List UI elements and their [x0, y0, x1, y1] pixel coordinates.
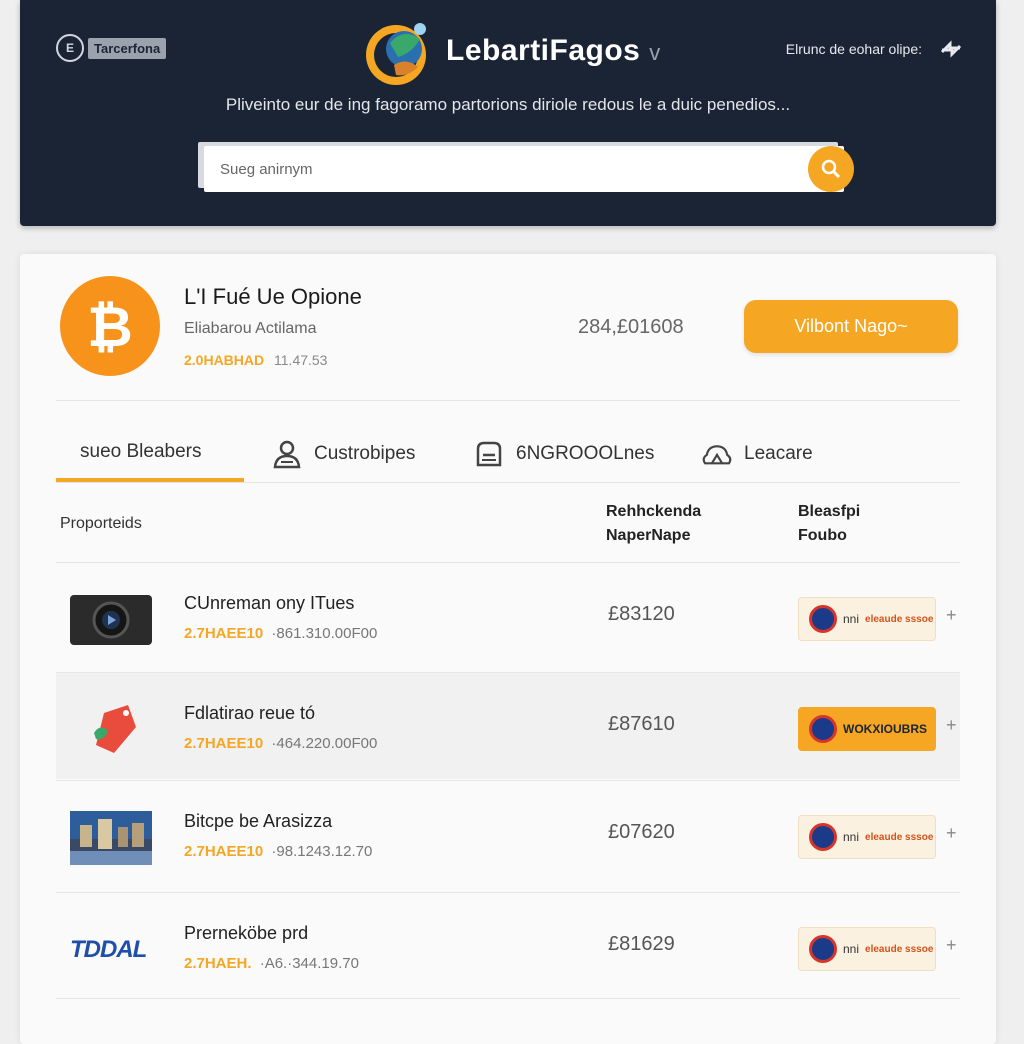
tab-1[interactable]: Custrobipes: [270, 426, 415, 482]
expand-icon[interactable]: +: [946, 605, 957, 626]
row-name: Bitcpe be Arasizza: [184, 811, 333, 831]
tagline: Pliveinto eur de ing fagoramo partorions…: [225, 95, 791, 114]
row-meta: 2.7HAEE10 ·98.1243.12.70: [184, 843, 372, 860]
header-right-link[interactable]: Elrunc de eohar olipe:: [786, 41, 922, 57]
row-action-label: nni: [843, 942, 860, 956]
summary-subtitle: Eliabarou Actilama: [184, 320, 317, 337]
divider: [56, 482, 960, 483]
site-logo[interactable]: LebartiFagos v: [360, 16, 661, 86]
logo-name: LebartiFagos: [446, 34, 641, 67]
row-meta: 2.7HAEE10 ·861.310.00F00: [184, 625, 377, 642]
expand-icon[interactable]: +: [946, 823, 957, 844]
table-row[interactable]: Bitcpe be Arasizza 2.7HAEE10 ·98.1243.12…: [56, 780, 960, 887]
header-col-action: Bleasfpi Foubo: [798, 500, 860, 548]
row-meta: 2.7HAEH. ·A6.·344.19.70: [184, 955, 359, 972]
tab-2[interactable]: 6NGROOOLnes: [472, 426, 654, 482]
row-meta-orange: 2.7HAEE10: [184, 625, 264, 642]
coin-icon: E: [56, 34, 84, 62]
summary-panel: ₿ L'I Fué Ue Opione Eliabarou Actilama 2…: [20, 254, 996, 400]
logo-text: LebartiFagos v: [446, 34, 661, 68]
table-row[interactable]: TDDAL Prerneköbe prd 2.7HAEH. ·A6.·344.1…: [56, 892, 960, 999]
row-meta-grey: ·861.310.00F00: [271, 625, 378, 642]
tab-label: Leacare: [744, 443, 813, 464]
row-meta: 2.7HAEE10 ·464.220.00F00: [184, 735, 377, 752]
row-meta-grey: ·A6.·344.19.70: [259, 955, 359, 972]
logo-suffix: v: [649, 40, 661, 65]
summary-action-button[interactable]: Vilbont Nago~: [744, 300, 958, 353]
row-meta-orange: 2.7HAEH.: [184, 955, 252, 972]
tab-label: 6NGROOOLnes: [516, 443, 655, 464]
row-action-button[interactable]: nni eleaude sssoe: [798, 597, 936, 641]
city-image-icon: [70, 811, 152, 865]
expand-icon[interactable]: +: [946, 715, 957, 736]
row-action-label: nni: [843, 612, 860, 626]
tab-3[interactable]: Leacare: [700, 426, 813, 482]
header-right: Elrunc de eohar olipe:: [786, 40, 962, 58]
main-card: ₿ L'I Fué Ue Opione Eliabarou Actilama 2…: [20, 254, 996, 1044]
tab-bar: sueo Bleabers Custrobipes 6NGROOOLnes Le…: [56, 426, 960, 484]
row-action-sub: eleaude sssoe: [865, 943, 934, 955]
summary-meta-grey: 11.47.53: [274, 352, 328, 368]
search-button[interactable]: [808, 146, 854, 192]
row-meta-orange: 2.7HAEE10: [184, 843, 264, 860]
summary-meta: 2.0HABHAD 11.47.53: [184, 352, 327, 368]
row-price: £81629: [608, 933, 675, 955]
row-name: CUnreman ony ITues: [184, 593, 355, 613]
header-col-action-line2: Foubo: [798, 527, 847, 544]
row-action-button[interactable]: nni eleaude sssoe: [798, 927, 936, 971]
table-header: Proporteids Rehhckenda NaperNape Bleasfp…: [56, 498, 960, 562]
search-input[interactable]: [204, 146, 844, 192]
swap-arrows-icon[interactable]: [940, 40, 962, 58]
divider: [56, 998, 960, 999]
row-meta-orange: 2.7HAEE10: [184, 735, 264, 752]
row-action-label: WOKXIOUBRS: [843, 722, 927, 736]
top-header: E Tarcerfona LebartiFagos v Elrunc de eo…: [20, 0, 996, 226]
header-col-products: Proporteids: [60, 515, 142, 532]
summary-title: L'I Fué Ue Opione: [184, 284, 362, 309]
row-name: Prerneköbe prd: [184, 923, 309, 943]
badge-icon: [809, 605, 837, 633]
row-price: £87610: [608, 713, 675, 735]
row-price: £83120: [608, 603, 675, 625]
price-tag-icon: [94, 705, 136, 753]
tdmal-logo: TDDAL: [70, 936, 147, 963]
badge-icon: [809, 823, 837, 851]
header-col-price-line2: NaperNape: [606, 527, 691, 544]
search-icon: [821, 159, 841, 179]
row-name: Fdlatirao reue tó: [184, 703, 316, 723]
brand-left[interactable]: E Tarcerfona: [56, 34, 167, 62]
brand-tag: Tarcerfona: [88, 37, 167, 59]
summary-meta-orange: 2.0HABHAD: [184, 352, 265, 368]
row-action-button[interactable]: WOKXIOUBRS: [798, 707, 936, 751]
tab-0[interactable]: sueo Bleabers: [56, 426, 244, 482]
row-action-label: nni: [843, 830, 860, 844]
badge-icon: [809, 715, 837, 743]
video-camera-icon: [70, 595, 152, 645]
calculator-icon: [476, 441, 502, 467]
header-col-price-line1: Rehhckenda: [606, 503, 702, 520]
tab-label: Custrobipes: [314, 443, 416, 464]
bitcoin-icon: ₿: [60, 276, 160, 376]
summary-value: 284,£01608: [578, 316, 684, 338]
row-price: £07620: [608, 821, 675, 843]
cloud-icon: [702, 445, 732, 465]
tab-label: sueo Bleabers: [80, 441, 202, 462]
expand-icon[interactable]: +: [946, 935, 957, 956]
divider: [56, 400, 960, 401]
table-row[interactable]: CUnreman ony ITues 2.7HAEE10 ·861.310.00…: [56, 562, 960, 669]
header-col-price: Rehhckenda NaperNape: [606, 500, 701, 548]
header-col-action-line1: Bleasfpi: [798, 503, 861, 520]
user-group-icon: [273, 440, 301, 469]
row-meta-grey: ·464.220.00F00: [271, 735, 378, 752]
globe-logo-icon: [366, 23, 426, 85]
row-action-button[interactable]: nni eleaude sssoe: [798, 815, 936, 859]
row-meta-grey: ·98.1243.12.70: [271, 843, 373, 860]
table-row[interactable]: Fdlatirao reue tó 2.7HAEE10 ·464.220.00F…: [56, 672, 960, 779]
search-bar: [196, 140, 854, 192]
badge-icon: [809, 935, 837, 963]
row-action-sub: eleaude sssoe: [865, 613, 934, 625]
row-action-sub: eleaude sssoe: [865, 831, 934, 843]
